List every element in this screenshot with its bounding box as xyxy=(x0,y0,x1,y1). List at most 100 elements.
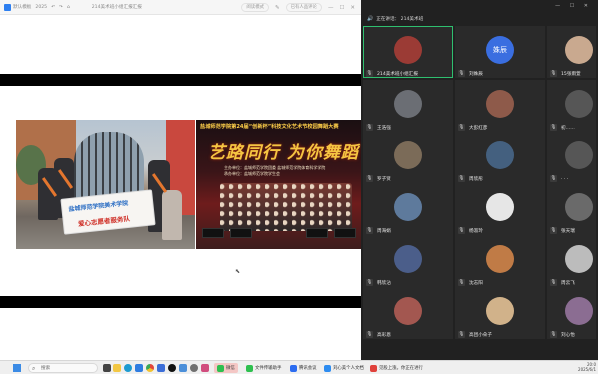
participant-tile[interactable]: 🎙 214美术班小组汇报 xyxy=(363,26,453,78)
taskbar-wechat[interactable]: 微信 xyxy=(214,363,238,373)
participant-tile[interactable]: 🎙 张天瑞 xyxy=(547,183,596,235)
document-window: 默认模板 2025 ↶ ↷ ⌂ 214美术班小组汇报汇报 阅读模式 ✎ 已有人品… xyxy=(0,0,376,360)
undo-icon[interactable]: ↶ xyxy=(51,5,55,10)
comment-icon[interactable]: ✎ xyxy=(275,5,280,11)
participant-name: 周云飞 xyxy=(561,281,575,286)
participant-tile[interactable]: 🎙 15张雨萱 xyxy=(547,26,596,78)
document-actions: 阅读模式 ✎ 已有人品评论 — ☐ ✕ xyxy=(241,3,355,12)
microphone-icon: 🎙 xyxy=(458,227,465,234)
participant-tile[interactable]: 🎙 周云飞 xyxy=(547,235,596,287)
microphone-icon: 🎙 xyxy=(550,70,557,77)
participant-tile[interactable]: 🎙 高团小朵子 xyxy=(455,287,545,339)
participant-avatar xyxy=(486,90,514,118)
participant-tile[interactable]: 🎙 大彭红彦 xyxy=(455,80,545,132)
document-tab-title[interactable]: 214美术班小组汇报汇报 xyxy=(92,4,142,10)
participant-name: 高彩恩 xyxy=(377,333,391,338)
participant-tile[interactable]: 🎙 沈志阳 xyxy=(455,235,545,287)
app-icon[interactable] xyxy=(201,364,209,372)
participant-avatar xyxy=(565,90,593,118)
wps-icon xyxy=(324,364,331,372)
taskbar-file-transfer[interactable]: 文件传输助手 xyxy=(246,363,281,373)
microphone-icon: 🎙 xyxy=(458,124,465,131)
stage-slogan: 艺路同行 为你舞蹈 xyxy=(208,143,359,163)
participant-tile[interactable]: 🎙 初…… xyxy=(547,80,596,132)
participant-avatar xyxy=(565,245,593,273)
search-placeholder: 搜索 xyxy=(41,366,51,371)
microphone-icon: 🎙 xyxy=(366,331,373,338)
microphone-icon: 🎙 xyxy=(458,331,465,338)
taskbar-tencent-meeting[interactable]: 腾讯会议 xyxy=(290,363,317,373)
participant-avatar xyxy=(394,90,422,118)
task-view-icon[interactable] xyxy=(103,364,111,372)
microphone-icon: 🎙 xyxy=(366,124,373,131)
window-controls-icon[interactable]: — ☐ ✕ xyxy=(555,3,592,9)
taskbar-notification-label: 见股上涨。你正在进行 xyxy=(379,366,423,371)
minimize-icon[interactable]: — xyxy=(328,5,334,11)
taskbar-wps-label: 刘心美个人文档 xyxy=(333,366,364,371)
participant-tile[interactable]: 🎙 罗子贤 xyxy=(363,131,453,183)
file-explorer-icon[interactable] xyxy=(113,364,121,372)
participant-name: 高团小朵子 xyxy=(469,333,492,338)
mouse-cursor-icon: ⬉ xyxy=(235,268,241,275)
participant-tile[interactable]: 🎙 高彩恩 xyxy=(363,287,453,339)
participant-name: 214美术班小组汇报 xyxy=(377,72,418,77)
participant-avatar xyxy=(565,141,593,169)
participant-tile[interactable]: 🎙 杨淑玲 xyxy=(455,183,545,235)
mail-icon[interactable] xyxy=(157,364,165,372)
participant-tile[interactable]: 🎙 刘心怡 xyxy=(547,287,596,339)
reading-mode-button[interactable]: 阅读模式 xyxy=(241,3,269,12)
system-tray[interactable]: 20:0 2025/6/1 xyxy=(578,362,596,372)
app-logo-icon xyxy=(4,3,11,11)
search-icon: ⌕ xyxy=(32,365,36,372)
participant-avatar xyxy=(394,36,422,64)
volunteer-photo: 盐城师范学院美术学院 爱心志愿者服务队 xyxy=(16,120,195,249)
home-icon[interactable]: ⌂ xyxy=(67,5,70,10)
banner-school-name: 盐城师范学院美术学院 xyxy=(68,199,129,214)
participant-name: 周欣彤 xyxy=(469,177,483,182)
stage-event-title: 盐城师范学院第24届“创新杯”科技文化艺术节校园舞蹈大赛 xyxy=(200,124,339,130)
comments-button[interactable]: 已有人品评论 xyxy=(285,3,322,12)
chrome-icon[interactable] xyxy=(146,364,154,372)
windows-start-icon[interactable] xyxy=(13,364,21,372)
participant-avatar xyxy=(486,245,514,273)
participant-avatar xyxy=(486,141,514,169)
meeting-topbar: — ☐ ✕ xyxy=(361,0,598,12)
participant-tile[interactable]: 姝辰 🎙 刘姝辰 xyxy=(455,26,545,78)
restore-icon[interactable]: ☐ xyxy=(339,5,344,11)
participant-tile[interactable]: 🎙 · · · xyxy=(547,131,596,183)
meeting-panel: — ☐ ✕ 🔊 正在讲话： 214美术班 🎙 214美术班小组汇报 姝辰 🎙 刘姝辰 🎙 1… xyxy=(361,0,598,360)
participant-name: 刘姝辰 xyxy=(469,72,483,77)
close-icon[interactable]: ✕ xyxy=(350,5,355,11)
microphone-icon: 🎙 xyxy=(458,175,465,182)
participant-tile[interactable]: 🎙 周海娟 xyxy=(363,183,453,235)
participant-avatar xyxy=(394,245,422,273)
taskbar-search[interactable]: ⌕ 搜索 xyxy=(28,363,98,373)
file-transfer-icon xyxy=(246,364,253,372)
microphone-icon: 🎙 xyxy=(550,279,557,286)
participant-name: · · · xyxy=(561,177,569,182)
stage-group-photo xyxy=(220,183,352,231)
qq-icon[interactable] xyxy=(168,364,176,372)
redo-icon[interactable]: ↷ xyxy=(59,5,63,10)
photos-icon[interactable] xyxy=(179,364,187,372)
participant-avatar xyxy=(565,36,593,64)
participant-avatar xyxy=(486,297,514,325)
edge-browser-icon[interactable] xyxy=(124,364,132,372)
microphone-icon: 🎙 xyxy=(550,175,557,182)
taskbar-wps[interactable]: 刘心美个人文档 xyxy=(324,363,364,373)
app-menu[interactable]: 默认模板 xyxy=(4,3,31,11)
settings-icon[interactable] xyxy=(190,364,198,372)
participant-tile[interactable]: 🎙 王浩强 xyxy=(363,80,453,132)
microphone-icon: 🎙 xyxy=(366,70,373,77)
participant-tile[interactable]: 🎙 周欣彤 xyxy=(455,131,545,183)
store-icon[interactable] xyxy=(135,364,143,372)
microphone-icon: 🎙 xyxy=(366,227,373,234)
participant-name: 杨淑玲 xyxy=(469,229,483,234)
taskbar-wechat-label: 微信 xyxy=(226,366,235,371)
microphone-icon: 🎙 xyxy=(550,331,557,338)
participant-avatar xyxy=(394,141,422,169)
banner-team-name: 爱心志愿者服务队 xyxy=(77,214,131,229)
taskbar-file-transfer-label: 文件传输助手 xyxy=(255,366,282,371)
taskbar-notification[interactable]: 见股上涨。你正在进行 xyxy=(370,363,423,373)
participant-tile[interactable]: 🎙 韩欣沾 xyxy=(363,235,453,287)
